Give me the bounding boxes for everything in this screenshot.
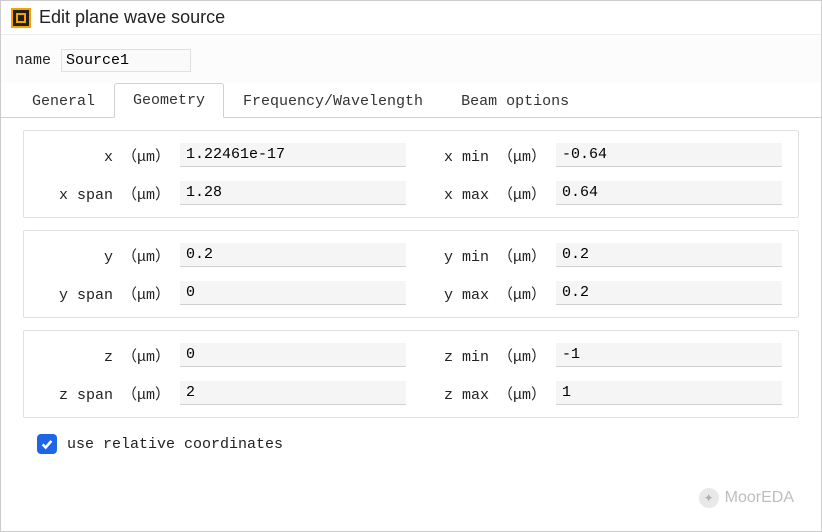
tab-beam-options[interactable]: Beam options: [442, 84, 588, 118]
z-input[interactable]: [180, 343, 406, 367]
z-min-input[interactable]: [556, 343, 782, 367]
y-max-input[interactable]: [556, 281, 782, 305]
z-span-input[interactable]: [180, 381, 406, 405]
tab-strip: General Geometry Frequency/Wavelength Be…: [1, 82, 821, 118]
z-min-label: z min （μm）: [416, 345, 556, 366]
x-max-input[interactable]: [556, 181, 782, 205]
tab-geometry[interactable]: Geometry: [114, 83, 224, 118]
relative-coords-checkbox[interactable]: [37, 434, 57, 454]
x-span-field: x span （μm）: [40, 181, 406, 205]
titlebar: Edit plane wave source: [1, 1, 821, 35]
z-max-label: z max （μm）: [416, 383, 556, 404]
y-max-field: y max （μm）: [416, 281, 782, 305]
tab-general[interactable]: General: [13, 84, 114, 118]
y-field: y （μm）: [40, 243, 406, 267]
name-row: name: [1, 35, 821, 82]
x-field: x （μm）: [40, 143, 406, 167]
z-span-field: z span （μm）: [40, 381, 406, 405]
y-span-label: y span （μm）: [40, 283, 180, 304]
x-max-field: x max （μm）: [416, 181, 782, 205]
y-min-input[interactable]: [556, 243, 782, 267]
x-label: x （μm）: [40, 145, 180, 166]
x-span-label: x span （μm）: [40, 183, 180, 204]
x-input[interactable]: [180, 143, 406, 167]
app-icon: [11, 8, 31, 28]
name-input[interactable]: [61, 49, 191, 72]
z-field: z （μm）: [40, 343, 406, 367]
y-max-label: y max （μm）: [416, 283, 556, 304]
x-min-field: x min （μm）: [416, 143, 782, 167]
window-title: Edit plane wave source: [39, 7, 225, 28]
x-min-input[interactable]: [556, 143, 782, 167]
y-span-field: y span （μm）: [40, 281, 406, 305]
relative-coords-row: use relative coordinates: [23, 430, 799, 454]
tab-frequency-wavelength[interactable]: Frequency/Wavelength: [224, 84, 442, 118]
z-min-field: z min （μm）: [416, 343, 782, 367]
y-input[interactable]: [180, 243, 406, 267]
x-max-label: x max （μm）: [416, 183, 556, 204]
x-min-label: x min （μm）: [416, 145, 556, 166]
geometry-panel: x （μm） x min （μm） x span （μm） x max （μm）…: [1, 118, 821, 531]
relative-coords-label: use relative coordinates: [67, 436, 283, 453]
z-label: z （μm）: [40, 345, 180, 366]
y-span-input[interactable]: [180, 281, 406, 305]
x-group: x （μm） x min （μm） x span （μm） x max （μm）: [23, 130, 799, 218]
z-max-field: z max （μm）: [416, 381, 782, 405]
y-label: y （μm）: [40, 245, 180, 266]
z-max-input[interactable]: [556, 381, 782, 405]
name-label: name: [15, 52, 51, 69]
z-group: z （μm） z min （μm） z span （μm） z max （μm）: [23, 330, 799, 418]
z-span-label: z span （μm）: [40, 383, 180, 404]
y-min-field: y min （μm）: [416, 243, 782, 267]
dialog-window: Edit plane wave source name General Geom…: [0, 0, 822, 532]
y-min-label: y min （μm）: [416, 245, 556, 266]
y-group: y （μm） y min （μm） y span （μm） y max （μm）: [23, 230, 799, 318]
x-span-input[interactable]: [180, 181, 406, 205]
check-icon: [40, 437, 54, 451]
